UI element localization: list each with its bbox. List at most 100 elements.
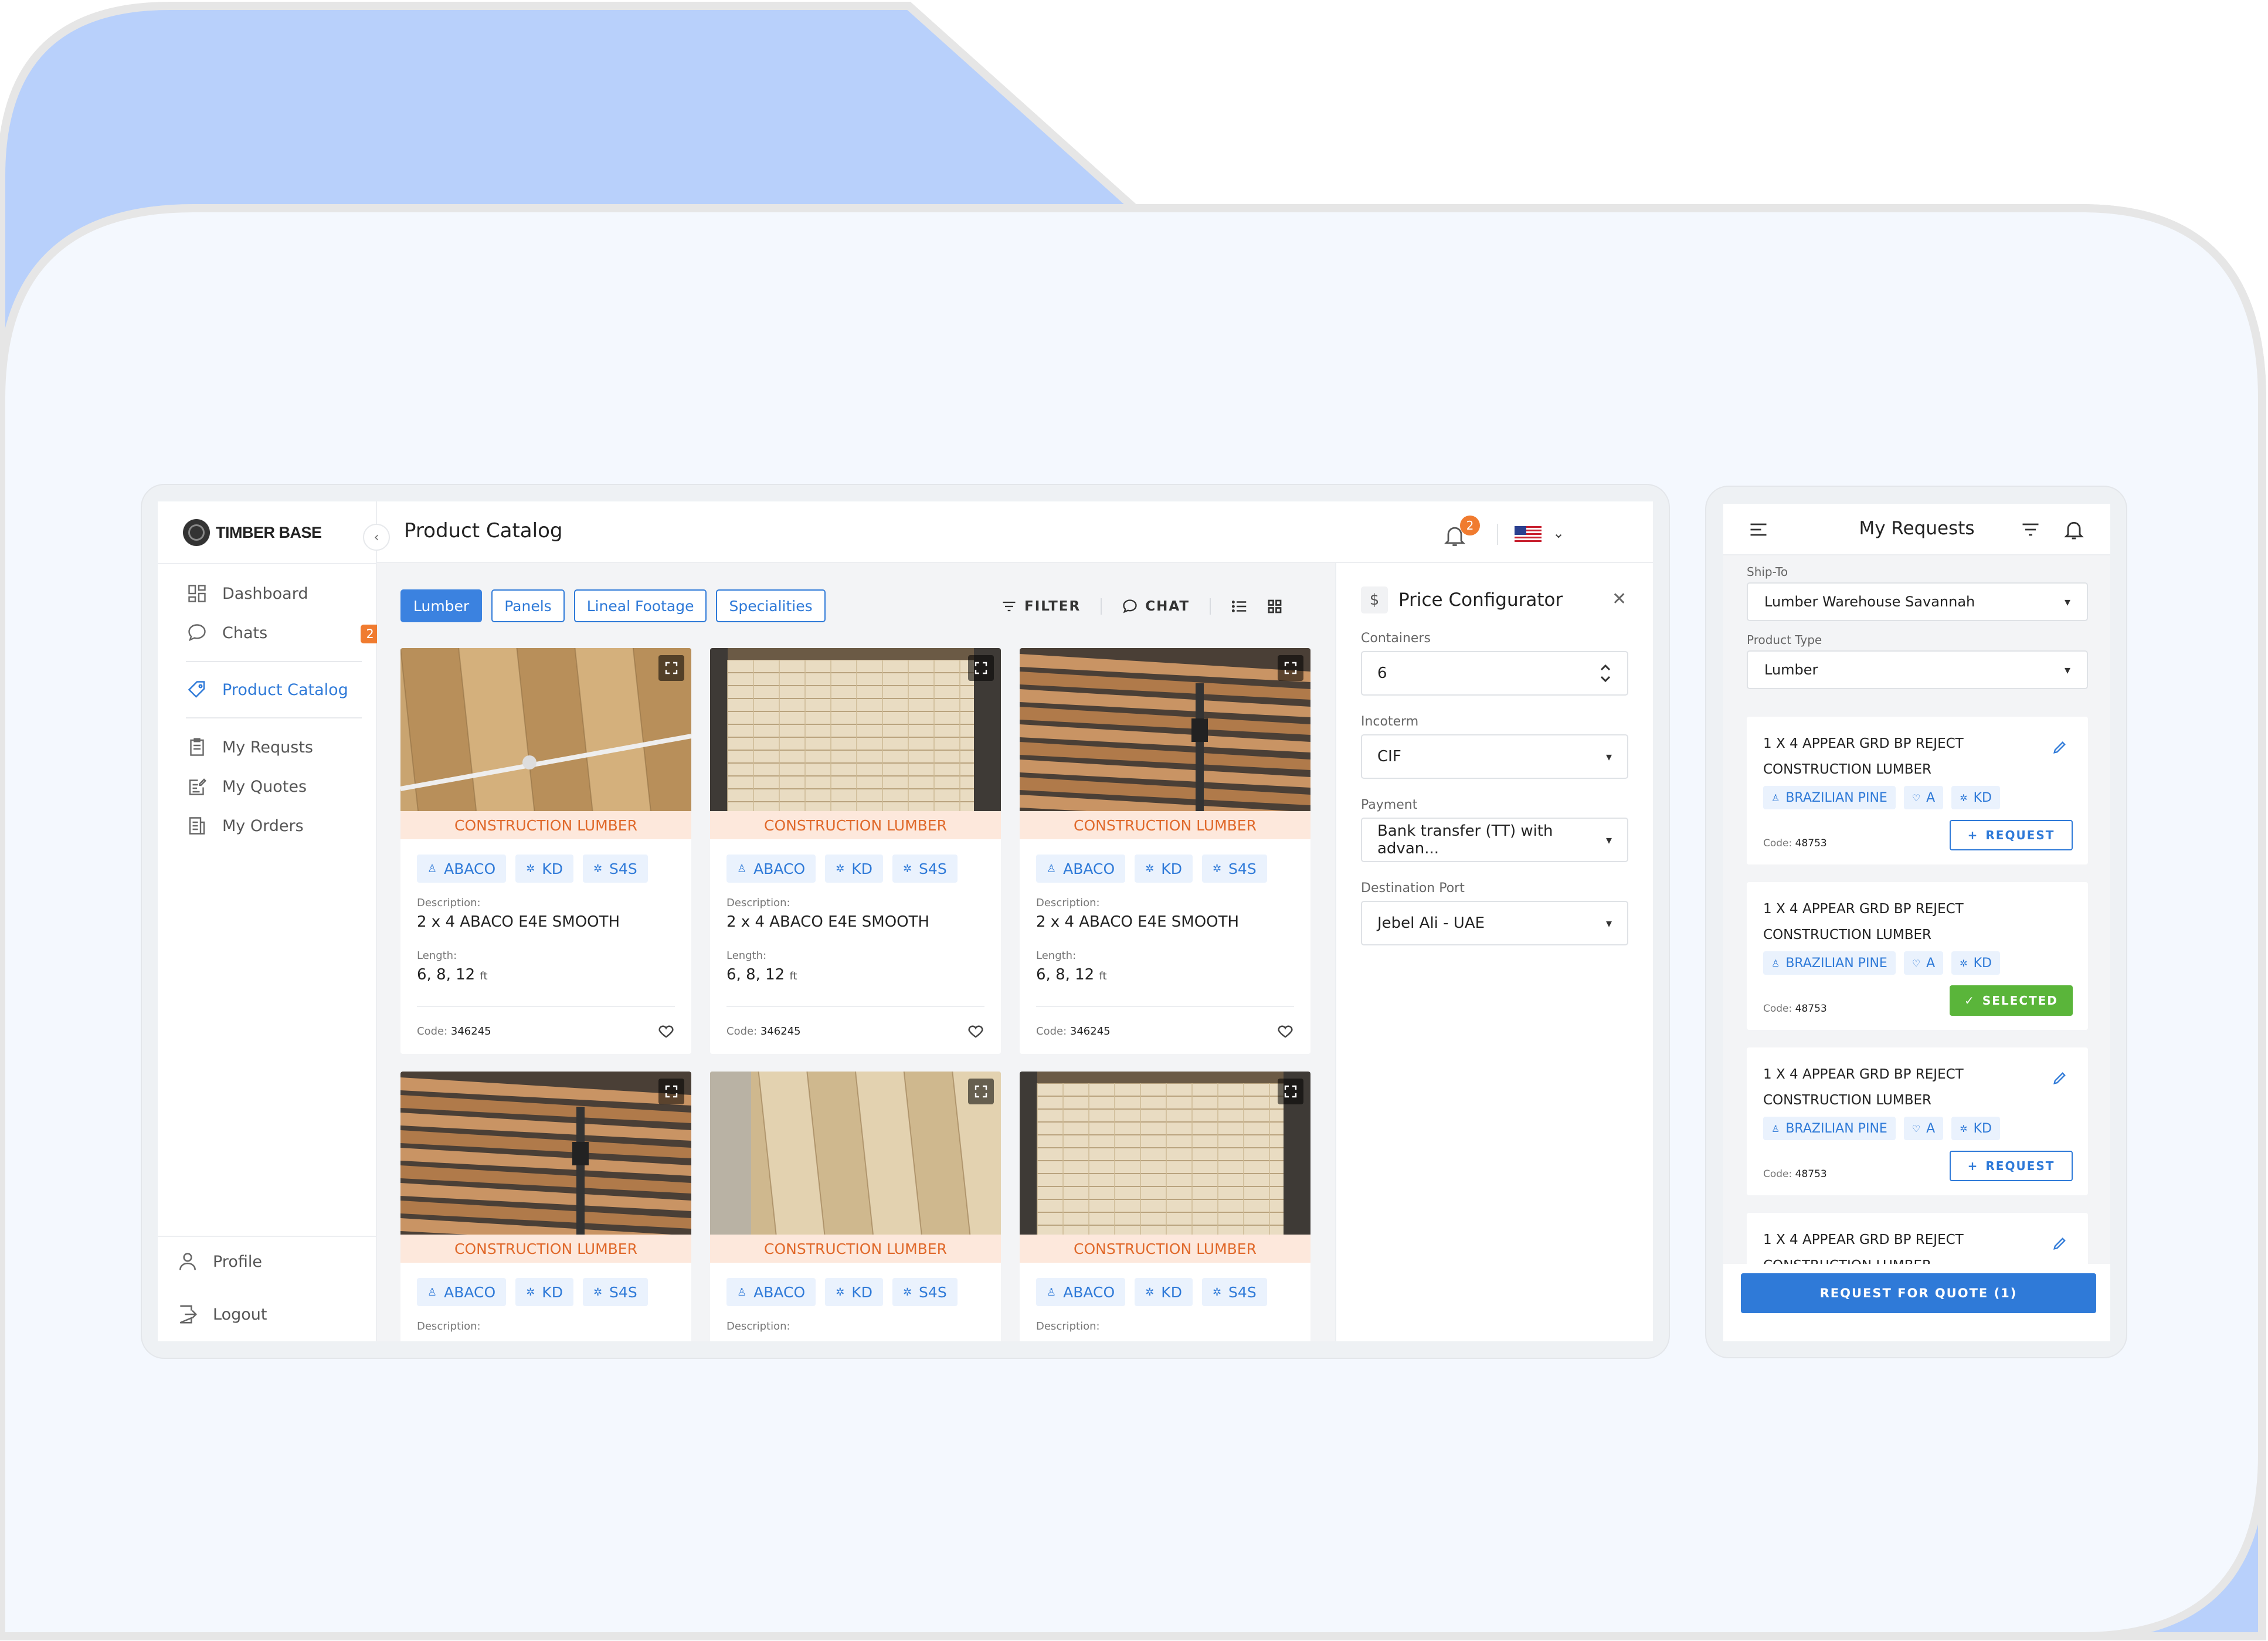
- chip-label: KD: [1161, 1283, 1182, 1301]
- gear-icon: ✲: [1960, 792, 1968, 803]
- attribute-chip: ♙ ABACO: [417, 1278, 507, 1306]
- page-title: Product Catalog: [404, 519, 563, 543]
- requests-header: My Requests: [1723, 504, 2110, 555]
- request-code: Code: 48753: [1763, 838, 1827, 849]
- product-card[interactable]: CONSTRUCTION LUMBER ♙ ABACO ✲ KD ✲ S4S Descri…: [710, 648, 1001, 1054]
- tab-panels[interactable]: Panels: [491, 589, 565, 622]
- chip-label: S4S: [1228, 860, 1257, 877]
- pencil-icon[interactable]: [2052, 1235, 2068, 1252]
- bell-icon[interactable]: [2062, 518, 2086, 541]
- request-card[interactable]: 1 X 4 APPEAR GRD BP REJECT CONSTRUCTION …: [1747, 1047, 2088, 1195]
- tab-specialities[interactable]: Specialities: [716, 589, 826, 622]
- length-unit: ft: [1099, 970, 1107, 982]
- product-card[interactable]: CONSTRUCTION LUMBER ♙ ABACO ✲ KD ✲ S4S Descri…: [400, 648, 691, 1054]
- tree-icon: ♙: [1771, 957, 1780, 969]
- selected-button[interactable]: ✓ SELECTED: [1950, 985, 2073, 1016]
- expand-icon[interactable]: [968, 1079, 994, 1104]
- sidebar-item-product-catalog[interactable]: Product Catalog: [186, 677, 348, 703]
- product-type-select[interactable]: Lumber ▾: [1747, 650, 2088, 689]
- length-number: 6, 8, 12: [726, 966, 785, 984]
- product-image[interactable]: [1020, 1072, 1310, 1235]
- list-view-icon[interactable]: [1231, 598, 1248, 615]
- chat-button[interactable]: CHAT: [1122, 598, 1190, 615]
- product-type-value: Lumber: [1764, 662, 1818, 678]
- containers-stepper[interactable]: 6: [1361, 651, 1628, 696]
- pencil-icon[interactable]: [2052, 1070, 2068, 1086]
- heart-icon: ♡: [1911, 957, 1921, 969]
- payment-value: Bank transfer (TT) with advan...: [1377, 822, 1553, 857]
- request-card[interactable]: 1 X 4 APPEAR GRD BP REJECT CONSTRUCTION …: [1747, 882, 2088, 1030]
- us-flag-icon[interactable]: [1515, 526, 1542, 544]
- chip-label: A: [1926, 955, 1936, 971]
- sidebar-item-my-requests[interactable]: My Requsts: [186, 734, 313, 760]
- request-button[interactable]: + REQUEST: [1950, 820, 2073, 850]
- length-number: 6, 8, 12: [417, 966, 476, 984]
- heart-icon[interactable]: [967, 1022, 984, 1040]
- heart-icon[interactable]: [1276, 1022, 1294, 1040]
- heart-icon: ♡: [1911, 792, 1921, 803]
- expand-icon[interactable]: [658, 655, 684, 681]
- product-image[interactable]: [1020, 648, 1310, 811]
- tab-lumber[interactable]: Lumber: [400, 589, 483, 622]
- product-image[interactable]: [400, 648, 691, 811]
- code-value: 346245: [1070, 1025, 1111, 1038]
- sidebar-item-my-quotes[interactable]: My Quotes: [186, 774, 307, 799]
- gear-icon: ✲: [902, 1286, 912, 1298]
- attribute-chip: ✲ KD: [1135, 1278, 1193, 1306]
- request-for-quote-button[interactable]: REQUEST FOR QUOTE (1): [1741, 1273, 2096, 1313]
- chip-label: ABACO: [1063, 1283, 1115, 1301]
- filter-button[interactable]: FILTER: [1001, 598, 1081, 615]
- expand-icon[interactable]: [1278, 1079, 1303, 1104]
- expand-icon[interactable]: [968, 655, 994, 681]
- grid-view-icon[interactable]: [1266, 598, 1284, 615]
- header: Product Catalog 2 ⌄: [377, 501, 1653, 563]
- attribute-chip: ✲ KD: [1951, 951, 2000, 975]
- attribute-chip: ♙ ABACO: [417, 855, 507, 883]
- sidebar-item-chats[interactable]: Chats 2: [186, 620, 379, 646]
- stepper-arrows-icon[interactable]: [1599, 663, 1612, 684]
- destination-port-select[interactable]: Jebel Ali - UAE ▾: [1361, 901, 1628, 945]
- product-image[interactable]: [400, 1072, 691, 1235]
- category-label: CONSTRUCTION LUMBER: [710, 811, 1001, 839]
- sidebar-item-profile[interactable]: Profile: [176, 1249, 262, 1274]
- expand-icon[interactable]: [658, 1079, 684, 1104]
- expand-icon[interactable]: [1278, 655, 1303, 681]
- ship-to-select[interactable]: Lumber Warehouse Savannah ▾: [1747, 582, 2088, 621]
- code-label: Code:: [1036, 1025, 1067, 1038]
- product-card[interactable]: CONSTRUCTION LUMBER ♙ ABACO ✲ KD ✲ S4S Descri…: [400, 1072, 691, 1341]
- tab-lineal-footage[interactable]: Lineal Footage: [573, 589, 707, 622]
- request-button[interactable]: + REQUEST: [1950, 1151, 2073, 1181]
- request-card[interactable]: 1 X 4 APPEAR GRD BP REJECT CONSTRUCTION …: [1747, 717, 2088, 864]
- close-icon[interactable]: ✕: [1612, 589, 1627, 609]
- product-card[interactable]: CONSTRUCTION LUMBER ♙ ABACO ✲ KD ✲ S4S Descri…: [710, 1072, 1001, 1341]
- payment-select[interactable]: Bank transfer (TT) with advan... ▾: [1361, 818, 1628, 862]
- incoterm-label: Incoterm: [1361, 714, 1419, 729]
- description-value: 2 x 4 ABACO E4E SMOOTH: [726, 913, 930, 931]
- product-image[interactable]: [710, 648, 1001, 811]
- chevron-down-icon[interactable]: ⌄: [1553, 525, 1564, 541]
- attribute-chip: ✲ KD: [1951, 786, 2000, 809]
- product-card[interactable]: CONSTRUCTION LUMBER ♙ ABACO ✲ KD ✲ S4S Descri…: [1020, 648, 1310, 1054]
- tree-icon: ♙: [1771, 1123, 1780, 1134]
- collapse-sidebar-button[interactable]: ‹: [363, 524, 390, 551]
- heart-icon[interactable]: [657, 1022, 675, 1040]
- pencil-icon[interactable]: [2052, 739, 2068, 755]
- sidebar-item-label: My Quotes: [222, 777, 307, 796]
- filter-icon[interactable]: [2020, 519, 2041, 540]
- configurator-header: $ Price Configurator: [1361, 586, 1563, 613]
- attribute-chips: ♙ BRAZILIAN PINE ♡ A ✲ KD: [1763, 1117, 2000, 1140]
- product-image[interactable]: [710, 1072, 1001, 1235]
- sidebar-item-dashboard[interactable]: Dashboard: [186, 581, 308, 606]
- chip-label: ABACO: [444, 860, 496, 877]
- sidebar-item-label: My Orders: [222, 816, 304, 835]
- logo[interactable]: TIMBER BASE: [183, 519, 322, 546]
- attribute-chips: ♙ BRAZILIAN PINE ♡ A ✲ KD: [1763, 786, 2000, 809]
- sidebar-item-my-orders[interactable]: My Orders: [186, 813, 304, 839]
- product-card[interactable]: CONSTRUCTION LUMBER ♙ ABACO ✲ KD ✲ S4S Descri…: [1020, 1072, 1310, 1341]
- chip-label: S4S: [609, 860, 637, 877]
- sidebar-item-logout[interactable]: Logout: [176, 1301, 267, 1327]
- attribute-chip: ♙ ABACO: [1036, 855, 1126, 883]
- chip-label: ABACO: [753, 860, 806, 877]
- incoterm-select[interactable]: CIF ▾: [1361, 734, 1628, 779]
- code-label: Code:: [726, 1025, 758, 1038]
